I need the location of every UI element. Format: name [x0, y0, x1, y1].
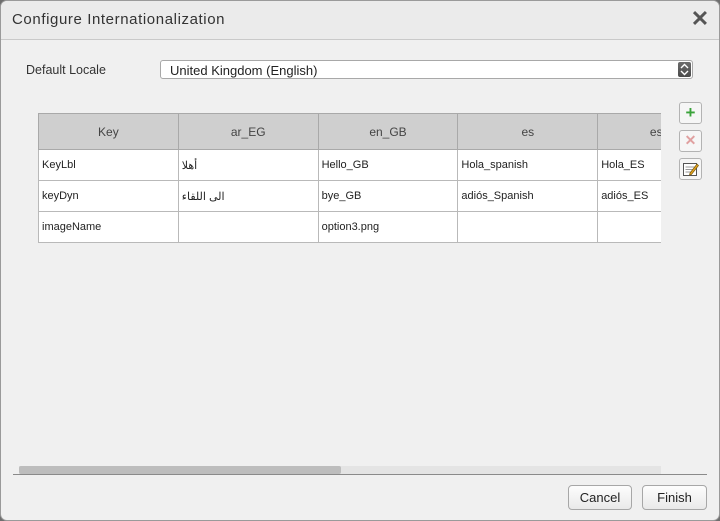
remove-row-button[interactable]: ✕: [679, 130, 702, 152]
table-cell[interactable]: KeyLbl: [38, 149, 179, 181]
table-cell[interactable]: Hola_spanish: [457, 149, 599, 181]
select-arrows-icon: [678, 62, 691, 77]
table-row[interactable]: keyDyn الى اللقاء bye_GB adiós_Spanish a…: [38, 180, 661, 212]
edit-button[interactable]: [679, 158, 702, 180]
configure-internationalization-dialog: Configure Internationalization ✕ Default…: [1, 1, 719, 520]
table-header-row: Key ar_EG en_GB es es_ES: [38, 113, 661, 150]
default-locale-select[interactable]: United Kingdom (English): [160, 60, 693, 79]
dialog-title: Configure Internationalization: [12, 11, 226, 28]
footer-divider: [13, 474, 707, 475]
table-cell[interactable]: [597, 211, 661, 243]
edit-icon: [682, 163, 699, 181]
table-row[interactable]: imageName option3.png: [38, 211, 661, 243]
plus-icon: +: [685, 103, 696, 122]
table-cell[interactable]: imageName: [38, 211, 179, 243]
table-cell[interactable]: keyDyn: [38, 180, 179, 212]
column-header[interactable]: es: [457, 113, 599, 150]
horizontal-scrollbar[interactable]: [19, 466, 661, 474]
column-header[interactable]: Key: [38, 113, 179, 150]
column-header[interactable]: ar_EG: [177, 113, 319, 150]
scrollbar-thumb[interactable]: [19, 466, 341, 474]
table-cell[interactable]: الى اللقاء: [177, 180, 319, 212]
close-icon[interactable]: ✕: [690, 8, 710, 30]
table-cell[interactable]: Hello_GB: [317, 149, 459, 181]
default-locale-value: United Kingdom (English): [170, 63, 318, 78]
table-cell[interactable]: adiós_Spanish: [457, 180, 599, 212]
i18n-table: Key ar_EG en_GB es es_ES KeyLbl أهلا Hel…: [38, 113, 661, 243]
column-header[interactable]: en_GB: [317, 113, 459, 150]
add-row-button[interactable]: +: [679, 102, 702, 124]
table-cell[interactable]: أهلا: [177, 149, 319, 181]
table-cell[interactable]: Hola_ES: [597, 149, 661, 181]
table-row[interactable]: KeyLbl أهلا Hello_GB Hola_spanish Hola_E…: [38, 149, 661, 181]
table-cell[interactable]: [177, 211, 319, 243]
table-cell[interactable]: bye_GB: [317, 180, 459, 212]
table-cell[interactable]: [457, 211, 599, 243]
cancel-button[interactable]: Cancel: [568, 485, 632, 510]
i18n-table-viewport: Key ar_EG en_GB es es_ES KeyLbl أهلا Hel…: [38, 113, 661, 243]
default-locale-label: Default Locale: [26, 63, 106, 77]
table-cell[interactable]: option3.png: [317, 211, 459, 243]
column-header[interactable]: es_ES: [597, 113, 661, 150]
table-cell[interactable]: adiós_ES: [597, 180, 661, 212]
finish-button[interactable]: Finish: [642, 485, 707, 510]
title-bar: Configure Internationalization ✕: [1, 1, 719, 40]
close-icon: ✕: [684, 132, 697, 148]
